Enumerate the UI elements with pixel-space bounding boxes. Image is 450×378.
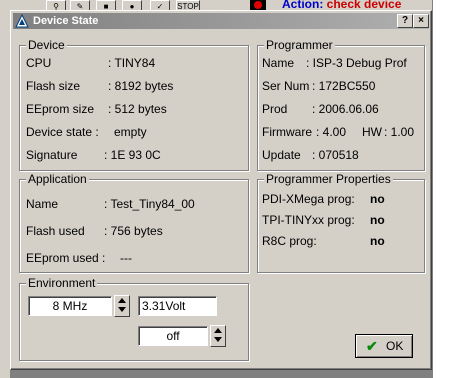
application-name-label: Name (26, 197, 59, 211)
ok-button-label: OK (386, 339, 404, 353)
application-legend: Application (26, 172, 89, 186)
signature-label: Signature (26, 148, 78, 162)
device-group: Device CPU : TINY84 Flash size : 8192 by… (19, 38, 249, 171)
clock-input[interactable]: 8 MHz (28, 296, 112, 316)
update-value: : 070518 (312, 148, 359, 162)
spin-down-icon[interactable] (214, 337, 222, 342)
hw-label: HW (362, 125, 382, 139)
tpi-tiny-value: no (370, 213, 385, 227)
firmware-value: : 4.00 (316, 125, 347, 139)
signature-value: : 1E 93 0C (104, 148, 161, 162)
app-logo-icon (15, 14, 29, 28)
application-group: Application Name : Test_Tiny84_00 Flash … (19, 172, 249, 273)
programmer-properties-legend: Programmer Properties (264, 172, 393, 186)
background-right-panel (432, 0, 450, 378)
programmer-name-label: Name (262, 56, 295, 70)
ser-num-value: : 172BC550 (312, 79, 376, 93)
eeprom-size-label: EEprom size (26, 102, 95, 116)
flash-used-value: : 756 bytes (104, 224, 163, 238)
hw-value: : 1.00 (384, 125, 415, 139)
clock-spinner[interactable] (114, 295, 130, 317)
update-label: Update (262, 148, 301, 162)
r8c-label: R8C prog: (262, 234, 317, 248)
eeprom-size-value: : 512 bytes (108, 102, 167, 116)
device-state-dialog: Device State ? × Device CPU : TINY84 Fla… (10, 10, 432, 370)
r8c-value: no (370, 234, 385, 248)
background-left-edge (0, 14, 10, 378)
environment-legend: Environment (26, 276, 98, 290)
close-button[interactable]: × (413, 14, 429, 28)
pdi-xmega-value: no (370, 192, 385, 206)
dialog-titlebar[interactable]: Device State ? × (13, 13, 429, 29)
tpi-tiny-label: TPI-TINYxx prog: (262, 213, 355, 227)
programmer-properties-group: Programmer Properties PDI-XMega prog: no… (257, 172, 425, 273)
device-state-label: Device state : (26, 125, 99, 139)
spin-down-icon[interactable] (118, 307, 126, 312)
help-button[interactable]: ? (397, 14, 413, 28)
ser-num-label: Ser Num (262, 79, 310, 93)
spin-up-icon[interactable] (118, 298, 126, 303)
programmer-group: Programmer Name : ISP-3 Debug Prof Ser N… (257, 38, 425, 171)
environment-group: Environment 8 MHz 3.31Volt off (19, 276, 249, 361)
flash-size-value: : 8192 bytes (108, 79, 174, 93)
programmer-name-value: : ISP-3 Debug Prof (306, 56, 407, 70)
dialog-title: Device State (33, 15, 99, 27)
eeprom-used-label: EEprom used : (26, 251, 106, 265)
spin-up-icon[interactable] (214, 328, 222, 333)
flash-size-label: Flash size (26, 79, 81, 93)
device-legend: Device (26, 38, 67, 52)
prod-label: Prod (262, 102, 288, 116)
ok-button[interactable]: ✔ OK (355, 334, 413, 358)
device-state-value: empty (114, 125, 147, 139)
checkmark-icon: ✔ (366, 338, 378, 354)
pdi-xmega-label: PDI-XMega prog: (262, 192, 355, 206)
eeprom-used-value: --- (120, 251, 132, 265)
firmware-label: Firmware (262, 125, 312, 139)
power-spinner[interactable] (210, 325, 226, 347)
prod-value: : 2006.06.06 (312, 102, 379, 116)
programmer-legend: Programmer (264, 38, 335, 52)
application-name-value: : Test_Tiny84_00 (104, 197, 195, 211)
power-input[interactable]: off (138, 326, 208, 346)
cpu-label: CPU (26, 56, 52, 70)
cpu-value: : TINY84 (108, 56, 156, 70)
voltage-field: 3.31Volt (138, 296, 217, 316)
flash-used-label: Flash used (26, 224, 85, 238)
